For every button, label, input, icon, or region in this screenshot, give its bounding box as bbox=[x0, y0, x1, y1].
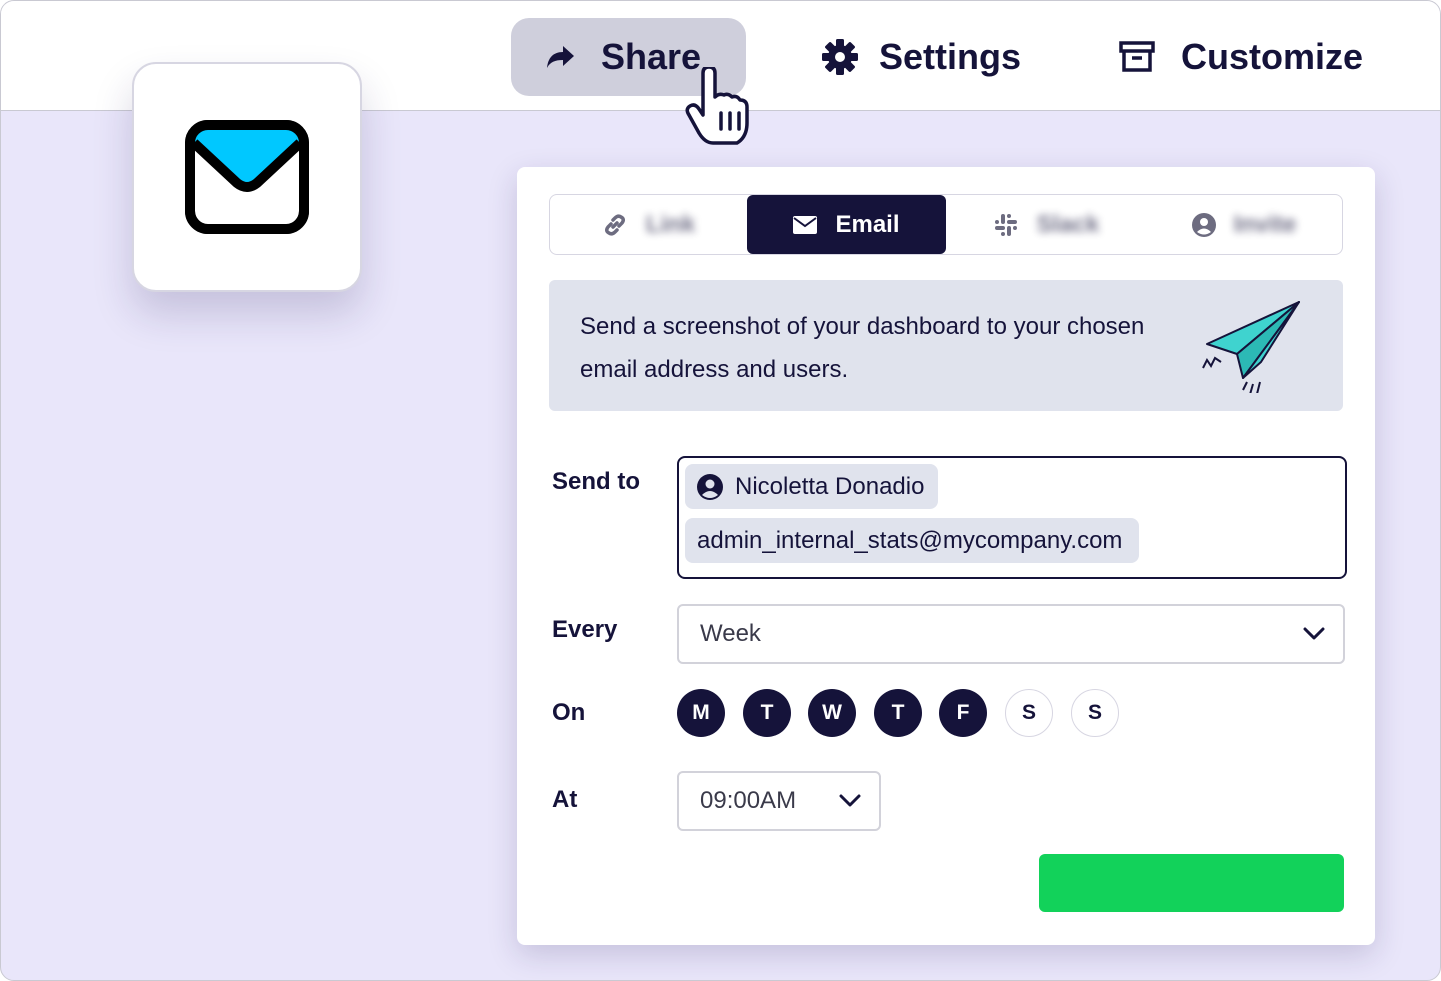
send-button[interactable] bbox=[1039, 854, 1344, 912]
recipients-field[interactable]: Nicoletta Donadio admin_internal_stats@m… bbox=[677, 456, 1347, 579]
send-to-label: Send to bbox=[552, 468, 640, 495]
tab-link[interactable]: Link bbox=[550, 195, 747, 254]
user-circle-icon bbox=[697, 473, 723, 500]
chevron-down-icon bbox=[839, 794, 861, 807]
time-select[interactable]: 09:00AM bbox=[677, 771, 881, 831]
banner-text: Send a screenshot of your dashboard to y… bbox=[580, 313, 1145, 383]
link-icon bbox=[602, 212, 628, 238]
day-toggle-thursday[interactable]: T bbox=[874, 689, 922, 737]
settings-button[interactable]: Settings bbox=[821, 18, 1021, 96]
email-envelope-icon bbox=[185, 120, 309, 234]
day-toggle-saturday[interactable]: S bbox=[1005, 689, 1053, 737]
tab-email-label: Email bbox=[835, 210, 900, 238]
tab-slack-label: Slack bbox=[1036, 210, 1100, 238]
share-panel: Link Email Slack Invite Send a screensho… bbox=[517, 167, 1375, 945]
tab-invite-label: Invite bbox=[1233, 210, 1297, 238]
user-circle-icon bbox=[1191, 212, 1216, 237]
paper-plane-icon bbox=[1202, 301, 1300, 393]
share-arrow-icon bbox=[545, 44, 575, 70]
day-toggle-tuesday[interactable]: T bbox=[743, 689, 791, 737]
day-toggle-friday[interactable]: F bbox=[939, 689, 987, 737]
on-label: On bbox=[552, 699, 586, 726]
envelope-icon bbox=[793, 215, 818, 234]
day-toggle-wednesday[interactable]: W bbox=[808, 689, 856, 737]
chevron-down-icon bbox=[1303, 627, 1325, 640]
customize-button[interactable]: Customize bbox=[1119, 18, 1363, 96]
tab-email[interactable]: Email bbox=[747, 195, 946, 254]
recipient-email: admin_internal_stats@mycompany.com bbox=[697, 526, 1123, 554]
day-toggle-monday[interactable]: M bbox=[677, 689, 725, 737]
frequency-select[interactable]: Week bbox=[677, 604, 1345, 664]
tab-invite[interactable]: Invite bbox=[1146, 195, 1342, 254]
day-toggle-sunday[interactable]: S bbox=[1071, 689, 1119, 737]
email-app-tile bbox=[132, 62, 362, 292]
share-tabs: Link Email Slack Invite bbox=[549, 194, 1343, 255]
tab-link-label: Link bbox=[645, 210, 696, 238]
settings-label: Settings bbox=[879, 36, 1022, 77]
every-label: Every bbox=[552, 616, 618, 643]
archive-box-icon bbox=[1119, 41, 1155, 73]
time-value: 09:00AM bbox=[700, 787, 797, 814]
frequency-value: Week bbox=[700, 620, 761, 647]
recipient-name: Nicoletta Donadio bbox=[735, 472, 925, 500]
slack-icon bbox=[993, 212, 1019, 238]
customize-label: Customize bbox=[1181, 36, 1364, 77]
recipient-chip-email[interactable]: admin_internal_stats@mycompany.com bbox=[685, 518, 1140, 563]
pointer-hand-icon bbox=[685, 67, 749, 145]
info-banner: Send a screenshot of your dashboard to y… bbox=[549, 280, 1343, 411]
recipient-chip-user[interactable]: Nicoletta Donadio bbox=[685, 464, 939, 509]
app-frame: Share Settings Customize Link Email Slac… bbox=[0, 0, 1441, 981]
gear-icon bbox=[821, 38, 859, 76]
at-label: At bbox=[552, 786, 578, 813]
tab-slack[interactable]: Slack bbox=[946, 195, 1146, 254]
